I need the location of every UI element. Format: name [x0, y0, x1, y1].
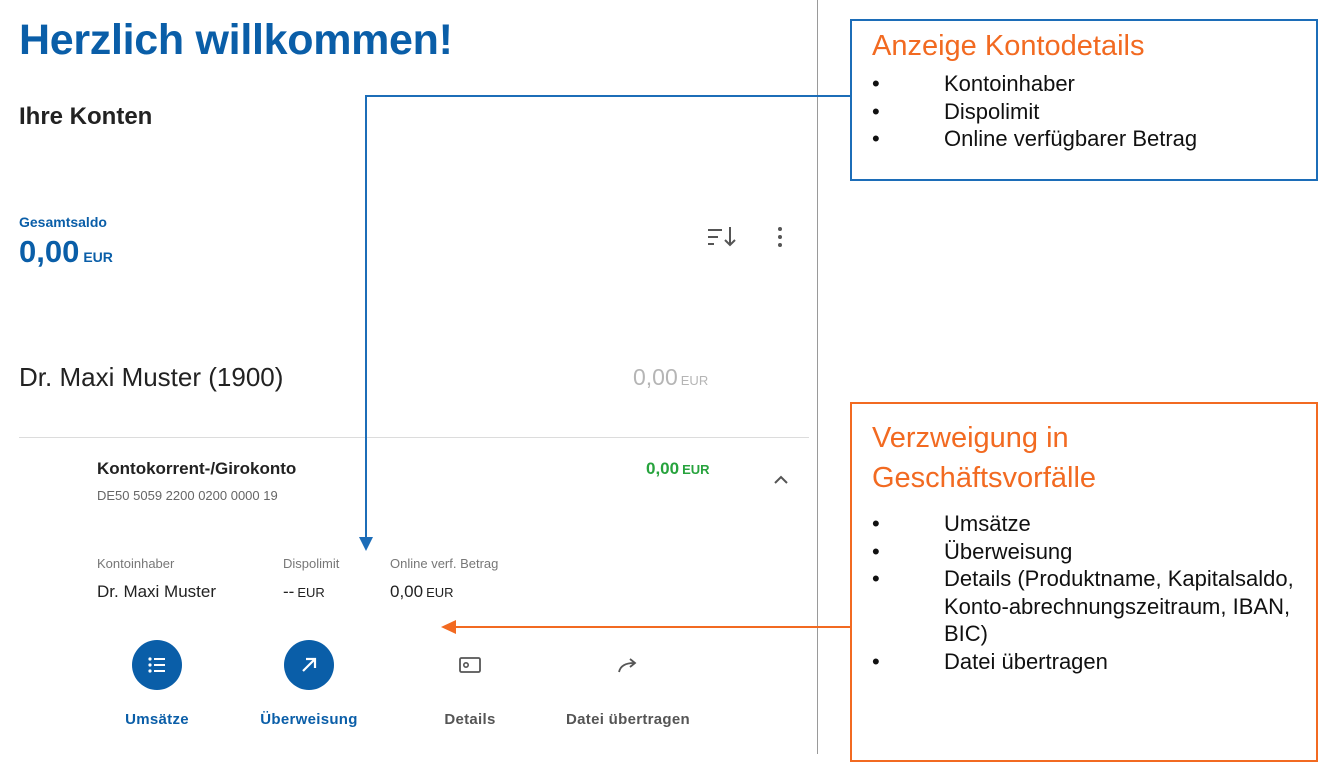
list-item: Umsätze — [872, 510, 1302, 538]
callout-title-line2: Geschäftsvorfälle — [872, 462, 1097, 494]
list-item: Überweisung — [872, 538, 1302, 566]
callout-list: Kontoinhaber Dispolimit Online verfügbar… — [872, 70, 1197, 153]
callout-title: Anzeige Kontodetails — [872, 30, 1145, 62]
transactions-callout: Verzweigung in Geschäftsvorfälle Umsätze… — [850, 402, 1318, 762]
list-item: Dispolimit — [872, 98, 1197, 126]
callout-title-line1: Verzweigung in — [872, 422, 1069, 454]
list-item: Kontoinhaber — [872, 70, 1197, 98]
list-item: Online verfügbarer Betrag — [872, 125, 1197, 153]
list-item: Datei übertragen — [872, 648, 1302, 676]
list-item: Details (Produktname, Kapitalsaldo, Kont… — [872, 565, 1302, 648]
account-details-callout: Anzeige Kontodetails Kontoinhaber Dispol… — [850, 19, 1318, 181]
callout-list: Umsätze Überweisung Details (Produktname… — [872, 510, 1302, 675]
